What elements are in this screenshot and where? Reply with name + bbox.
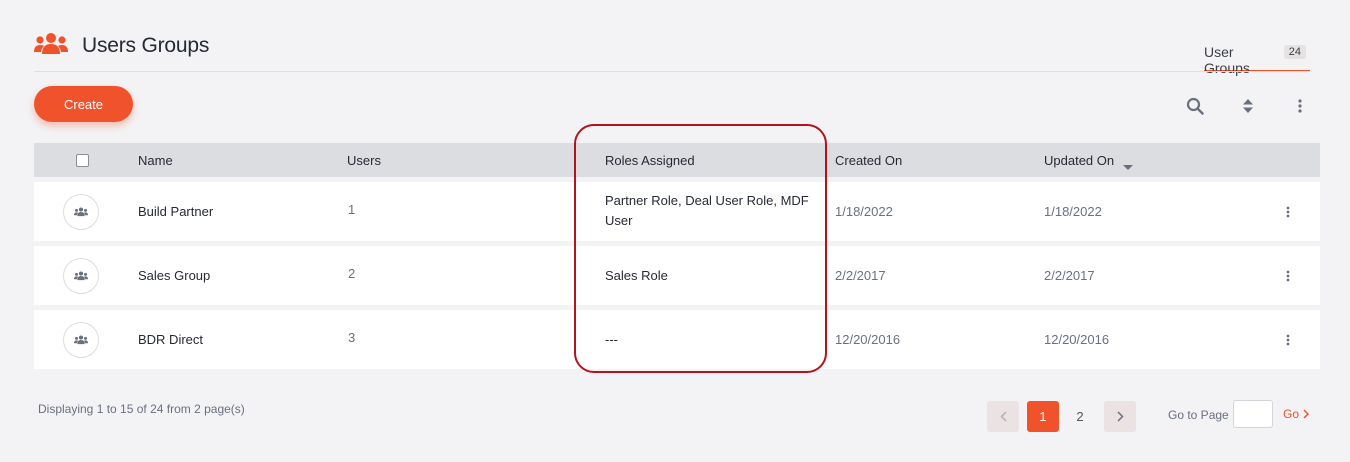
group-created-on: 2/2/2017 xyxy=(835,268,886,283)
header-divider xyxy=(34,71,1310,72)
goto-page-input[interactable] xyxy=(1233,400,1273,428)
chevron-left-icon xyxy=(999,411,1007,422)
group-updated-on: 12/20/2016 xyxy=(1044,332,1110,347)
group-roles: --- xyxy=(605,332,618,347)
group-avatar xyxy=(63,322,99,358)
pagination-info: Displaying 1 to 15 of 24 from 2 page(s) xyxy=(38,402,245,416)
row-more-icon[interactable] xyxy=(1282,204,1294,220)
more-vertical-icon[interactable] xyxy=(1290,96,1310,116)
group-roles: Sales Role xyxy=(605,268,668,283)
group-roles: Partner Role, Deal User Role, MDF User xyxy=(605,193,809,228)
group-name[interactable]: Build Partner xyxy=(138,204,213,219)
chevron-right-icon xyxy=(1303,409,1310,419)
select-all-checkbox[interactable] xyxy=(76,154,89,167)
column-header-created[interactable]: Created On xyxy=(835,153,902,168)
group-updated-on: 2/2/2017 xyxy=(1044,268,1095,283)
search-icon[interactable] xyxy=(1185,96,1205,116)
go-button[interactable]: Go xyxy=(1283,407,1310,421)
column-header-updated[interactable]: Updated On xyxy=(1044,153,1114,168)
goto-page-label: Go to Page xyxy=(1168,408,1229,422)
chevron-right-icon xyxy=(1116,411,1124,422)
next-page-button[interactable] xyxy=(1104,401,1136,432)
tab-user-groups[interactable]: User Groups 24 xyxy=(1204,44,1310,76)
sort-icon[interactable] xyxy=(1238,96,1258,116)
go-label: Go xyxy=(1283,407,1300,421)
create-button[interactable]: Create xyxy=(34,86,133,122)
group-users-count: 2 xyxy=(348,266,356,281)
users-icon xyxy=(74,335,88,345)
prev-page-button[interactable] xyxy=(987,401,1019,432)
group-users-count: 3 xyxy=(348,330,356,345)
group-updated-on: 1/18/2022 xyxy=(1044,204,1102,219)
table-row[interactable]: Sales Group 2 Sales Role 2/2/2017 2/2/20… xyxy=(34,246,1320,305)
tab-count-badge: 24 xyxy=(1283,45,1306,59)
group-name[interactable]: Sales Group xyxy=(138,268,210,283)
row-more-icon[interactable] xyxy=(1282,268,1294,284)
group-name[interactable]: BDR Direct xyxy=(138,332,203,347)
row-more-icon[interactable] xyxy=(1282,332,1294,348)
page-button-1[interactable]: 1 xyxy=(1027,401,1059,432)
page-button-2[interactable]: 2 xyxy=(1064,401,1096,432)
users-group-icon xyxy=(34,32,68,56)
group-created-on: 12/20/2016 xyxy=(835,332,901,347)
table-row[interactable]: Build Partner 1 Partner Role, Deal User … xyxy=(34,182,1320,241)
users-icon xyxy=(74,207,88,217)
page-title: Users Groups xyxy=(82,34,210,57)
group-created-on: 1/18/2022 xyxy=(835,204,893,219)
column-header-users[interactable]: Users xyxy=(347,153,381,168)
group-avatar xyxy=(63,194,99,230)
column-header-roles[interactable]: Roles Assigned xyxy=(605,153,695,168)
users-icon xyxy=(74,271,88,281)
column-header-name[interactable]: Name xyxy=(138,153,173,168)
table-header: Name Users Roles Assigned Created On Upd… xyxy=(34,143,1320,177)
group-users-count: 1 xyxy=(348,202,356,217)
group-avatar xyxy=(63,258,99,294)
table-row[interactable]: BDR Direct 3 --- 12/20/2016 12/20/2016 xyxy=(34,310,1320,369)
sort-desc-icon[interactable] xyxy=(1123,158,1133,176)
